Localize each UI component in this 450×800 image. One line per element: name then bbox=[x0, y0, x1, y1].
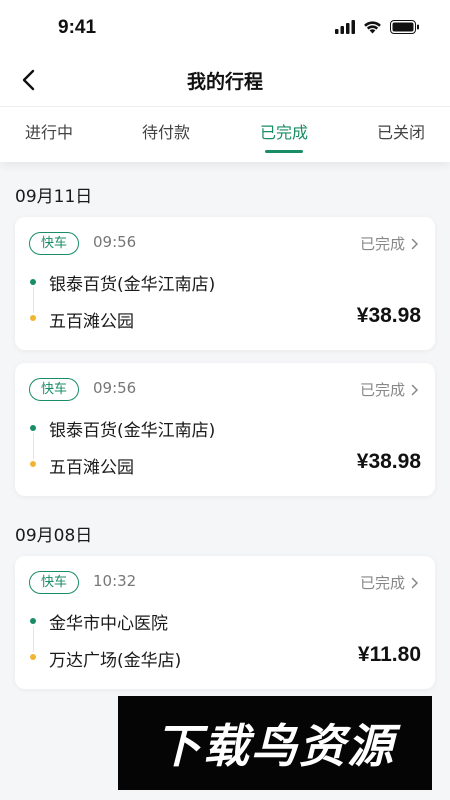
trip-status-label: 已完成 bbox=[359, 381, 405, 399]
trip-price: ¥38.98 bbox=[356, 450, 421, 473]
status-icons bbox=[335, 20, 420, 34]
trip-status-label: 已完成 bbox=[359, 574, 405, 592]
destination-dot bbox=[30, 315, 36, 321]
destination-name: 五百滩公园 bbox=[49, 458, 134, 478]
watermark: 下载鸟资源 bbox=[118, 696, 432, 790]
destination-name: 万达广场(金华店) bbox=[49, 651, 182, 671]
origin-name: 银泰百货(金华江南店) bbox=[49, 421, 216, 441]
trip-price: ¥38.98 bbox=[356, 304, 421, 327]
destination-name: 五百滩公园 bbox=[49, 312, 134, 332]
battery-icon bbox=[390, 20, 419, 34]
trip-status-label: 已完成 bbox=[359, 235, 405, 253]
destination-dot bbox=[30, 461, 36, 467]
chevron-right-icon bbox=[411, 577, 419, 588]
header-area: 9:41 我的行程 进行中 待付款 已完成 已关闭 bbox=[0, 0, 450, 162]
route-line bbox=[32, 287, 34, 313]
watermark-text: 下载鸟资源 bbox=[155, 719, 395, 773]
tab-in-progress[interactable]: 进行中 bbox=[25, 119, 73, 143]
trip-price: ¥11.80 bbox=[357, 643, 421, 666]
status-time: 9:41 bbox=[58, 17, 97, 38]
chevron-right-icon bbox=[411, 384, 419, 395]
tab-closed[interactable]: 已关闭 bbox=[377, 119, 425, 143]
ride-type-tag: 快车 bbox=[29, 232, 80, 255]
trip-time: 09:56 bbox=[93, 233, 137, 251]
active-tab-indicator bbox=[265, 150, 303, 153]
status-bar: 9:41 bbox=[0, 0, 450, 58]
trip-time: 09:56 bbox=[93, 379, 137, 397]
date-header: 09月08日 bbox=[15, 526, 93, 546]
date-header: 09月11日 bbox=[15, 187, 93, 207]
origin-name: 银泰百货(金华江南店) bbox=[49, 275, 216, 295]
origin-dot bbox=[30, 425, 36, 431]
tab-pending-payment[interactable]: 待付款 bbox=[142, 119, 190, 143]
signal-icon bbox=[335, 20, 355, 34]
trip-card[interactable]: 快车 10:32 已完成 金华市中心医院 万达广场(金华店) ¥11.80 bbox=[15, 556, 435, 689]
trip-status[interactable]: 已完成 bbox=[360, 572, 419, 593]
chevron-right-icon bbox=[411, 238, 419, 249]
trip-status[interactable]: 已完成 bbox=[360, 233, 419, 254]
origin-name: 金华市中心医院 bbox=[49, 614, 168, 634]
tab-completed[interactable]: 已完成 bbox=[260, 119, 308, 143]
wifi-icon bbox=[364, 21, 381, 34]
trip-card[interactable]: 快车 09:56 已完成 银泰百货(金华江南店) 五百滩公园 ¥38.98 bbox=[15, 363, 435, 496]
trip-time: 10:32 bbox=[93, 572, 137, 590]
ride-type-tag: 快车 bbox=[29, 571, 80, 594]
ride-type-tag: 快车 bbox=[29, 378, 80, 401]
page-title: 我的行程 bbox=[186, 71, 263, 93]
trip-card[interactable]: 快车 09:56 已完成 银泰百货(金华江南店) 五百滩公园 ¥38.98 bbox=[15, 217, 435, 350]
origin-dot bbox=[30, 618, 36, 624]
origin-dot bbox=[30, 279, 36, 285]
route-line bbox=[32, 433, 34, 459]
nav-bar: 我的行程 bbox=[0, 58, 450, 106]
tab-bar: 进行中 待付款 已完成 已关闭 bbox=[0, 107, 450, 162]
destination-dot bbox=[30, 654, 36, 660]
trip-status[interactable]: 已完成 bbox=[360, 379, 419, 400]
route-line bbox=[32, 626, 34, 652]
